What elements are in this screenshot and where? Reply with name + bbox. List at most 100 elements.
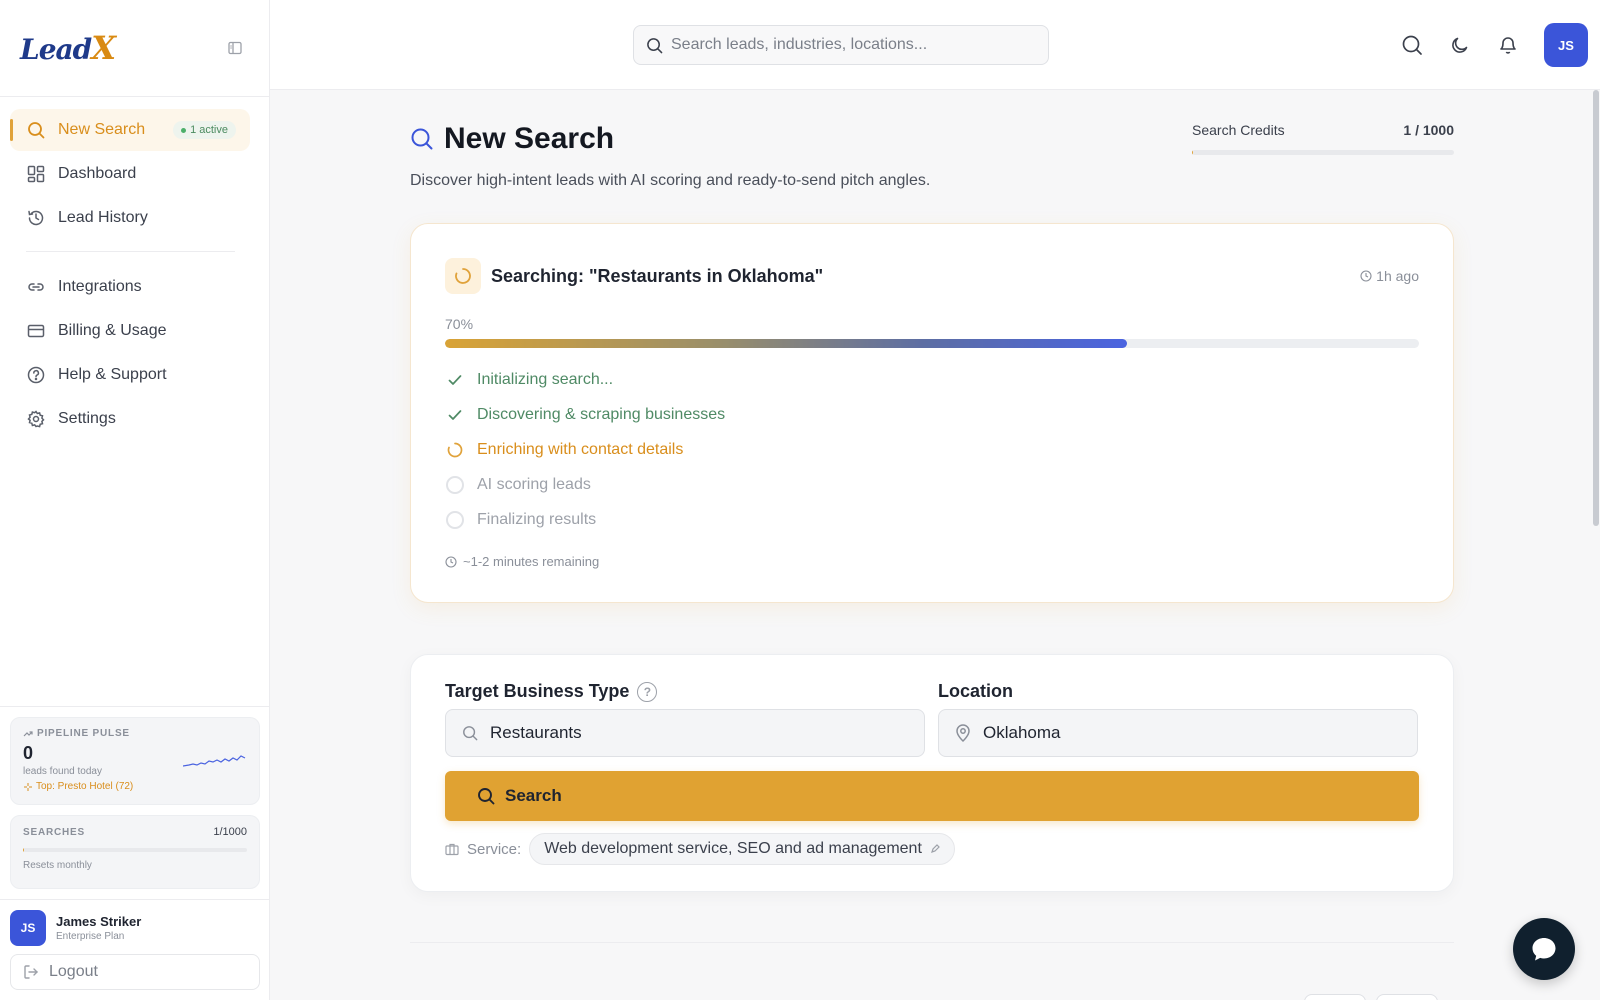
sidebar-stats: PIPELINE PULSE 0 leads found today Top: … (0, 706, 270, 889)
partial-button[interactable] (1376, 994, 1438, 1000)
page-title: New Search (410, 122, 614, 156)
spinner-icon (445, 440, 465, 460)
history-icon (26, 208, 46, 228)
clock-icon (445, 555, 457, 568)
credit-card-icon (26, 321, 46, 341)
user-info: James Striker Enterprise Plan (56, 914, 141, 942)
user-plan: Enterprise Plan (56, 931, 125, 942)
sidebar-footer: PIPELINE PULSE 0 leads found today Top: … (0, 706, 270, 1000)
help-circle-icon (26, 365, 46, 385)
sidebar-item-label: Integrations (58, 278, 142, 295)
sidebar-item-lead-history[interactable]: Lead History (10, 197, 250, 239)
map-pin-icon (955, 724, 971, 742)
searches-header: SEARCHES 1/1000 (23, 826, 247, 838)
sidebar-item-help[interactable]: Help & Support (10, 354, 250, 396)
progress-steps: Initializing search... Discovering & scr… (445, 362, 725, 537)
step-item: Discovering & scraping businesses (445, 397, 725, 432)
sidebar-collapse-icon[interactable] (225, 38, 245, 58)
partial-button[interactable] (1304, 994, 1366, 1000)
sidebar-item-new-search[interactable]: New Search 1 active (10, 109, 250, 151)
progress-title: Searching: "Restaurants in Oklahoma" (491, 265, 824, 286)
section-divider (410, 942, 1454, 943)
dashboard-icon (26, 164, 46, 184)
link-icon (26, 277, 46, 297)
search-form-card: Target Business Type ? Location Search S… (410, 654, 1454, 892)
user-avatar-button[interactable]: JS (1544, 23, 1588, 67)
search-button[interactable]: Search (445, 771, 1419, 821)
search-progress-fill (445, 339, 1127, 348)
search-icon[interactable] (1400, 33, 1424, 57)
page-header: New Search Discover high-intent leads wi… (410, 90, 1454, 189)
logout-icon (23, 964, 39, 980)
sidebar-item-label: Help & Support (58, 366, 167, 383)
searches-note: Resets monthly (23, 860, 92, 871)
search-icon (26, 120, 46, 140)
service-chip[interactable]: Web development service, SEO and ad mana… (529, 833, 955, 865)
searches-usage-card: SEARCHES 1/1000 Resets monthly (10, 815, 260, 889)
time-remaining: ~1-2 minutes remaining (445, 554, 599, 569)
credits-header: Search Credits 1 / 1000 (1192, 122, 1454, 138)
progress-time: 1h ago (1360, 268, 1419, 284)
service-row: Service: Web development service, SEO an… (445, 833, 955, 865)
top-actions: JS (1400, 23, 1588, 67)
global-search-input[interactable] (671, 36, 1036, 54)
chat-bubble-icon (1529, 934, 1559, 964)
service-label: Service: (467, 840, 522, 858)
location-field[interactable] (938, 709, 1418, 757)
bell-icon[interactable] (1496, 33, 1520, 57)
clock-icon (1360, 270, 1372, 282)
credits-count: 1 / 1000 (1403, 122, 1454, 138)
business-type-input[interactable] (490, 723, 908, 743)
sidebar-item-label: Dashboard (58, 165, 137, 182)
chat-widget-button[interactable] (1513, 918, 1575, 980)
pending-circle-icon (445, 510, 465, 530)
nav-divider (26, 251, 235, 252)
business-type-label: Target Business Type ? (445, 681, 658, 702)
sidebar-item-label: Billing & Usage (58, 322, 167, 339)
help-icon[interactable]: ? (637, 681, 658, 702)
sparkline-chart (183, 752, 247, 770)
page-scrollbar[interactable] (1592, 90, 1600, 1000)
sidebar-item-dashboard[interactable]: Dashboard (10, 153, 250, 195)
searches-label: SEARCHES (23, 826, 85, 838)
progress-header: Searching: "Restaurants in Oklahoma" 1h … (445, 258, 1419, 294)
search-icon (646, 37, 663, 54)
page-subtitle: Discover high-intent leads with AI scori… (410, 172, 931, 189)
sidebar-nav: New Search 1 active Dashboard Lead Histo… (0, 97, 269, 440)
user-name: James Striker (56, 914, 142, 929)
searches-progress-bar (23, 848, 247, 852)
sidebar-item-label: Lead History (58, 209, 148, 226)
scrollbar-thumb[interactable] (1593, 90, 1599, 526)
sidebar-item-settings[interactable]: Settings (10, 398, 250, 440)
search-progress-card: Searching: "Restaurants in Oklahoma" 1h … (410, 223, 1454, 603)
search-icon (462, 725, 478, 741)
step-item: Finalizing results (445, 502, 725, 537)
sidebar-item-integrations[interactable]: Integrations (10, 266, 250, 308)
search-credits: Search Credits 1 / 1000 (1192, 122, 1454, 155)
user-profile[interactable]: JS James Striker Enterprise Plan (0, 899, 270, 954)
searches-count: 1/1000 (213, 826, 247, 838)
search-icon (477, 787, 495, 805)
spinner-icon (445, 258, 481, 294)
global-search[interactable] (633, 25, 1049, 65)
sparkle-icon (23, 782, 33, 792)
trend-icon (23, 729, 33, 739)
search-progress-bar (445, 339, 1419, 348)
sidebar-item-label: Settings (58, 410, 116, 427)
main-content: New Search Discover high-intent leads wi… (410, 90, 1454, 943)
edit-pencil-icon (930, 844, 940, 854)
step-item: Enriching with contact details (445, 432, 725, 467)
logout-button[interactable]: Logout (10, 954, 260, 990)
moon-icon[interactable] (1448, 33, 1472, 57)
step-item: Initializing search... (445, 362, 725, 397)
pulse-label: PIPELINE PULSE (23, 728, 247, 739)
sidebar-item-billing[interactable]: Billing & Usage (10, 310, 250, 352)
leadx-logo[interactable]: Lead X (20, 29, 116, 67)
business-type-field[interactable] (445, 709, 925, 757)
pipeline-pulse-card[interactable]: PIPELINE PULSE 0 leads found today Top: … (10, 717, 260, 805)
location-label: Location (938, 681, 1013, 701)
check-icon (445, 370, 465, 390)
location-input[interactable] (983, 723, 1401, 743)
avatar: JS (10, 910, 46, 946)
credits-label: Search Credits (1192, 122, 1285, 138)
